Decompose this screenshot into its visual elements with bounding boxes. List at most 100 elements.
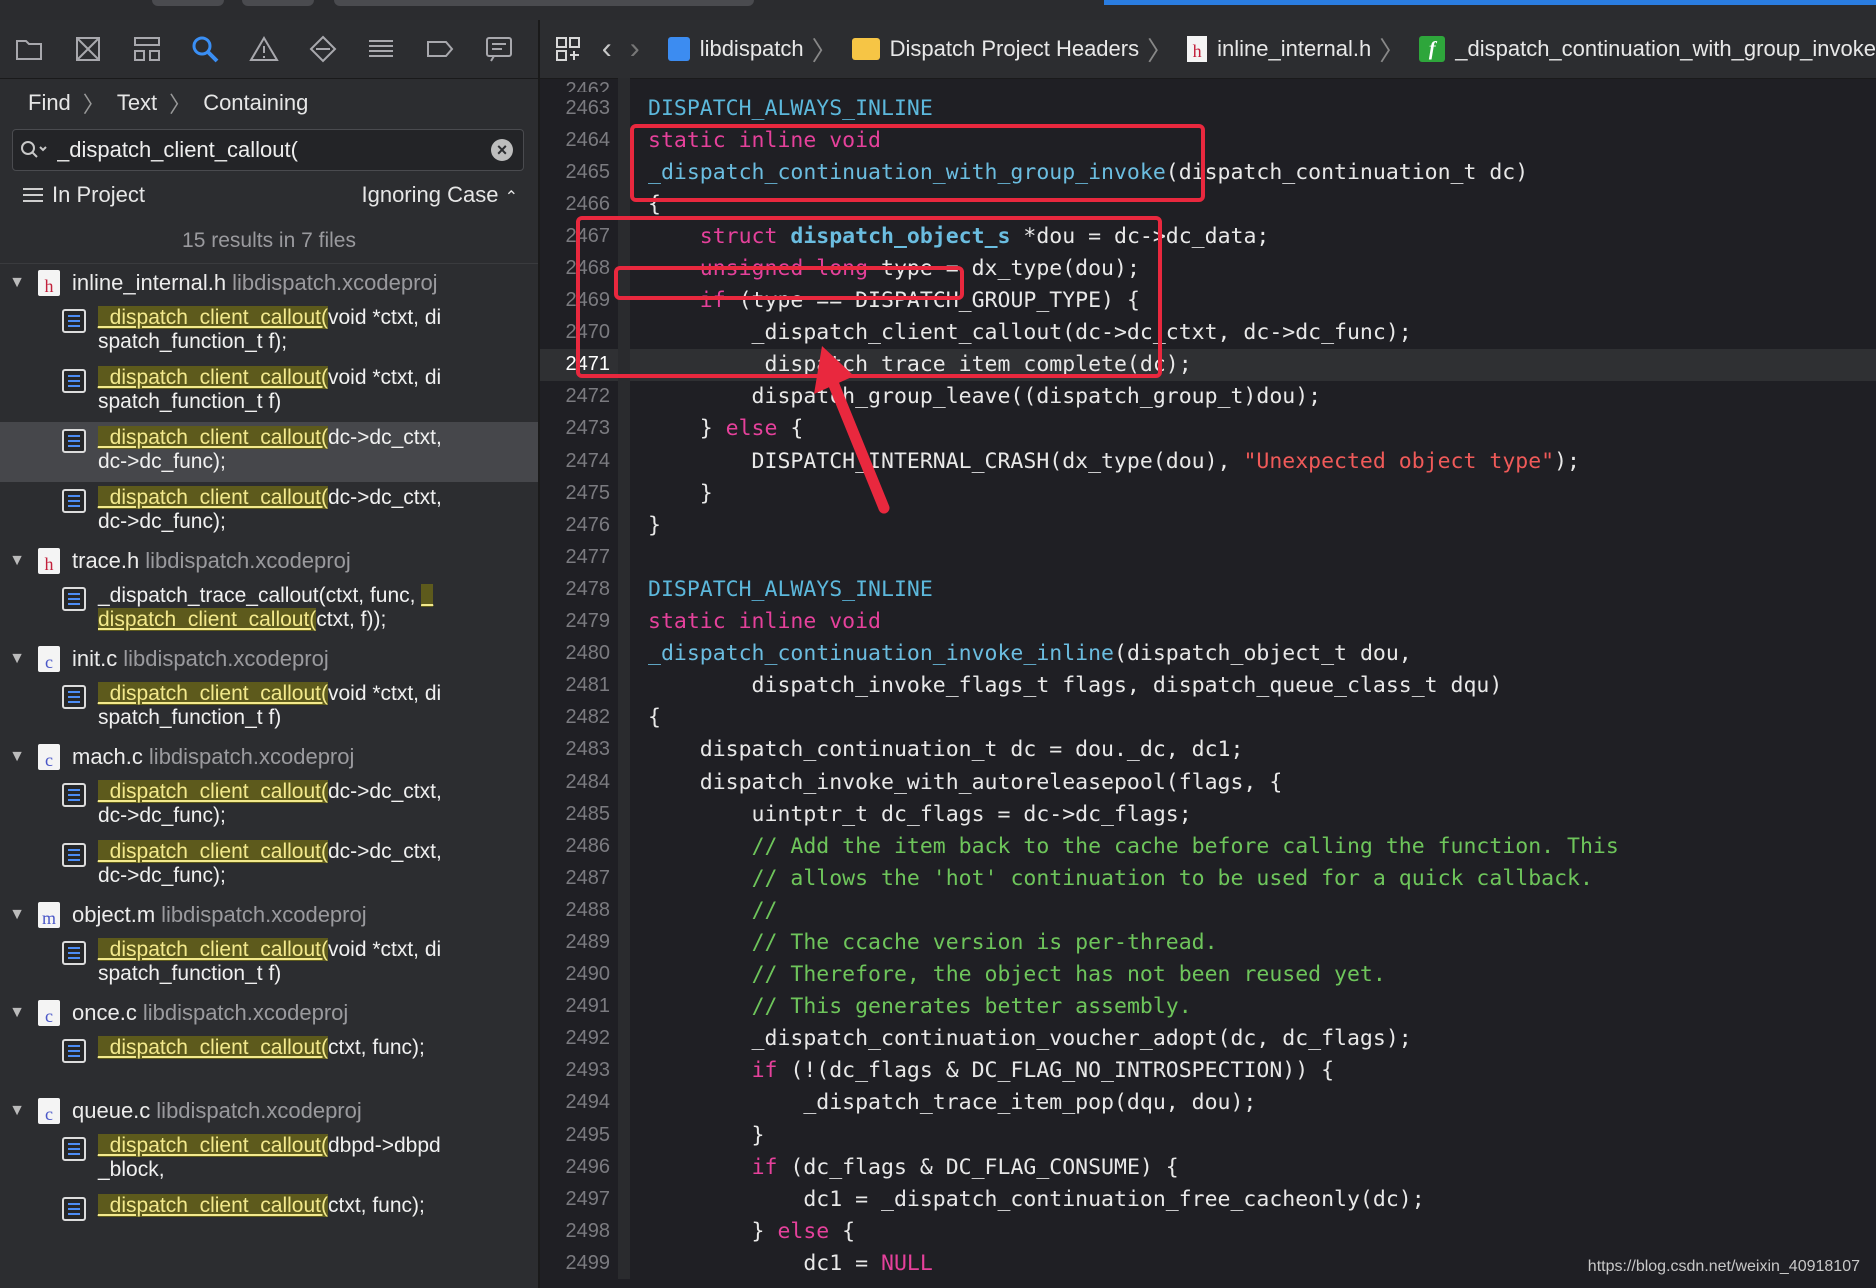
- line-number[interactable]: 2486: [540, 835, 611, 858]
- code-line[interactable]: 2497 dc1 = _dispatch_continuation_free_c…: [540, 1183, 1876, 1216]
- line-number[interactable]: 2494: [540, 1091, 611, 1114]
- forward-arrow-icon[interactable]: ›: [630, 32, 640, 66]
- code-line[interactable]: 2467 struct dispatch_object_s *dou = dc-…: [540, 220, 1876, 253]
- jump-crumb-group[interactable]: Dispatch Project Headers: [851, 36, 1139, 62]
- code-line[interactable]: 2480 _dispatch_continuation_invoke_inline…: [540, 637, 1876, 670]
- result-file-row[interactable]: ▼ c mach.c libdispatch.xcodeproj: [0, 738, 538, 776]
- code-line[interactable]: 2469 if (type == DISPATCH_GROUP_TYPE) {: [540, 284, 1876, 317]
- disclosure-triangle-icon[interactable]: ▼: [0, 650, 34, 668]
- result-match-row[interactable]: _dispatch_client_callout(dbpd->dbpd_bloc…: [0, 1130, 538, 1190]
- line-number[interactable]: 2471: [540, 353, 611, 376]
- result-match-row[interactable]: _dispatch_client_callout(void *ctxt, dis…: [0, 362, 538, 422]
- case-option-selector[interactable]: Ignoring Case ⌃: [361, 182, 518, 208]
- debug-list-icon[interactable]: [362, 29, 401, 69]
- result-file-row[interactable]: ▼ c init.c libdispatch.xcodeproj: [0, 640, 538, 678]
- find-mode-find[interactable]: Find: [28, 90, 71, 116]
- result-file-row[interactable]: ▼ h inline_internal.h libdispatch.xcodeproj: [0, 264, 538, 302]
- result-match-row[interactable]: _dispatch_client_callout(ctxt, func);: [0, 1032, 538, 1092]
- line-number[interactable]: 2476: [540, 514, 611, 537]
- result-match-row[interactable]: _dispatch_trace_callout(ctxt, func, _dis…: [0, 580, 538, 640]
- line-number[interactable]: 2491: [540, 995, 611, 1018]
- line-number[interactable]: 2465: [540, 161, 611, 184]
- line-number[interactable]: 2477: [540, 546, 611, 569]
- breakpoint-icon[interactable]: [421, 29, 460, 69]
- line-number[interactable]: 2468: [540, 257, 611, 280]
- disclosure-triangle-icon[interactable]: ▼: [0, 906, 34, 924]
- code-line[interactable]: 2471 _dispatch_trace_item_complete(dc);: [540, 348, 1876, 381]
- code-line[interactable]: 2466 {: [540, 188, 1876, 221]
- line-number[interactable]: 2490: [540, 963, 611, 986]
- result-file-row[interactable]: ▼ c queue.c libdispatch.xcodeproj: [0, 1092, 538, 1130]
- disclosure-triangle-icon[interactable]: ▼: [0, 1004, 34, 1022]
- find-search-field[interactable]: ×: [12, 129, 524, 171]
- line-number[interactable]: 2474: [540, 450, 611, 473]
- result-file-row[interactable]: ▼ h trace.h libdispatch.xcodeproj: [0, 542, 538, 580]
- line-number[interactable]: 2469: [540, 289, 611, 312]
- tab-pill[interactable]: [242, 0, 314, 6]
- related-items-icon[interactable]: [552, 29, 584, 69]
- code-line[interactable]: 2481 dispatch_invoke_flags_t flags, disp…: [540, 669, 1876, 702]
- code-line[interactable]: 2492 _dispatch_continuation_voucher_adop…: [540, 1022, 1876, 1055]
- code-line[interactable]: 2498 } else {: [540, 1215, 1876, 1248]
- line-number[interactable]: 2496: [540, 1156, 611, 1179]
- line-number[interactable]: 2480: [540, 642, 611, 665]
- line-number[interactable]: 2487: [540, 867, 611, 890]
- code-line[interactable]: 2474 DISPATCH_INTERNAL_CRASH(dx_type(dou…: [540, 445, 1876, 478]
- code-line[interactable]: 2470 _dispatch_client_callout(dc->dc_ctx…: [540, 316, 1876, 349]
- line-number[interactable]: 2497: [540, 1188, 611, 1211]
- jump-crumb-function[interactable]: f _dispatch_continuation_with_group_invok…: [1419, 36, 1876, 62]
- line-number[interactable]: 2470: [540, 321, 611, 344]
- line-number[interactable]: 2499: [540, 1252, 611, 1275]
- line-number[interactable]: 2484: [540, 771, 611, 794]
- find-mode-containing[interactable]: Containing: [203, 90, 308, 116]
- test-diamond-icon[interactable]: [303, 29, 342, 69]
- back-arrow-icon[interactable]: ‹: [602, 32, 612, 66]
- code-line[interactable]: 2484 dispatch_invoke_with_autoreleasepoo…: [540, 765, 1876, 799]
- line-number[interactable]: 2482: [540, 706, 611, 729]
- result-file-row[interactable]: ▼ c once.c libdispatch.xcodeproj: [0, 994, 538, 1032]
- code-line[interactable]: 2473 } else {: [540, 412, 1876, 446]
- report-icon[interactable]: [479, 29, 518, 69]
- code-line[interactable]: 2495 }: [540, 1119, 1876, 1152]
- line-number[interactable]: 2495: [540, 1124, 611, 1147]
- code-line[interactable]: 2493 if (!(dc_flags & DC_FLAG_NO_INTROSP…: [540, 1054, 1876, 1087]
- result-match-row[interactable]: _dispatch_client_callout(ctxt, func);: [0, 1190, 538, 1250]
- search-icon[interactable]: [186, 29, 225, 69]
- code-line[interactable]: 2490 // Therefore, the object has not be…: [540, 958, 1876, 991]
- tab-pill[interactable]: [334, 0, 754, 6]
- tab-pill[interactable]: [152, 0, 224, 6]
- line-number[interactable]: 2498: [540, 1220, 611, 1243]
- line-number[interactable]: 2481: [540, 674, 611, 697]
- code-line[interactable]: 2487 // allows the 'hot' continuation to…: [540, 862, 1876, 895]
- result-match-row[interactable]: _dispatch_client_callout(dc->dc_ctxt, dc…: [0, 482, 538, 542]
- line-number[interactable]: 2464: [540, 129, 611, 152]
- disclosure-triangle-icon[interactable]: ▼: [0, 748, 34, 766]
- line-number[interactable]: 2472: [540, 385, 611, 408]
- code-line[interactable]: 2476}: [540, 509, 1876, 542]
- result-match-row[interactable]: _dispatch_client_callout(dc->dc_ctxt, dc…: [0, 836, 538, 896]
- code-area[interactable]: 2462 2463 DISPATCH_ALWAYS_INLINE 2464 stati…: [540, 78, 1876, 1280]
- jump-crumb-file[interactable]: h inline_internal.h: [1187, 36, 1371, 62]
- line-number[interactable]: 2483: [540, 738, 611, 761]
- line-number[interactable]: 2493: [540, 1059, 611, 1082]
- find-mode-text[interactable]: Text: [117, 90, 157, 116]
- code-line[interactable]: 2479 static inline void: [540, 605, 1876, 638]
- line-number[interactable]: 2463: [540, 97, 611, 120]
- jump-crumb-project[interactable]: libdispatch: [667, 36, 804, 62]
- disclosure-triangle-icon[interactable]: ▼: [0, 274, 34, 292]
- line-number[interactable]: 2492: [540, 1027, 611, 1050]
- code-line[interactable]: 2483 dispatch_continuation_t dc = dou._d…: [540, 733, 1876, 766]
- source-control-icon[interactable]: [69, 29, 108, 69]
- line-number[interactable]: 2485: [540, 803, 611, 826]
- code-line[interactable]: 2477: [540, 541, 1876, 574]
- line-number[interactable]: 2479: [540, 610, 611, 633]
- code-line[interactable]: 2496 if (dc_flags & DC_FLAG_CONSUME) {: [540, 1151, 1876, 1184]
- code-line[interactable]: 2485 uintptr_t dc_flags = dc->dc_flags;: [540, 798, 1876, 831]
- line-number[interactable]: 2475: [540, 482, 611, 505]
- code-line[interactable]: 2472 dispatch_group_leave((dispatch_grou…: [540, 380, 1876, 413]
- code-line[interactable]: 2491 // This generates better assembly.: [540, 990, 1876, 1023]
- line-number[interactable]: 2467: [540, 225, 611, 248]
- code-line[interactable]: 2463 DISPATCH_ALWAYS_INLINE: [540, 92, 1876, 125]
- code-line[interactable]: 2464 static inline void: [540, 124, 1876, 157]
- folder-icon[interactable]: [10, 29, 49, 69]
